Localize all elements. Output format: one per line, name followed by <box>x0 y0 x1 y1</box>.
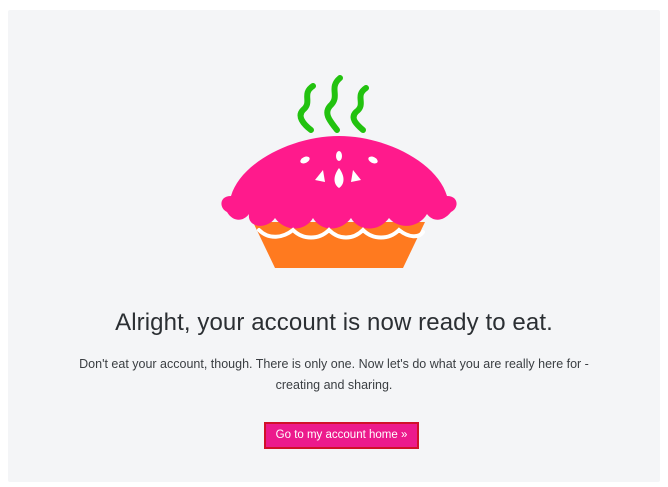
go-to-account-home-button[interactable]: Go to my account home » <box>264 422 419 449</box>
pie-illustration-icon <box>221 75 457 268</box>
steam-icon <box>297 75 369 133</box>
page-headline: Alright, your account is now ready to ea… <box>115 309 553 336</box>
page-subtext: Don't eat your account, though. There is… <box>79 357 589 392</box>
